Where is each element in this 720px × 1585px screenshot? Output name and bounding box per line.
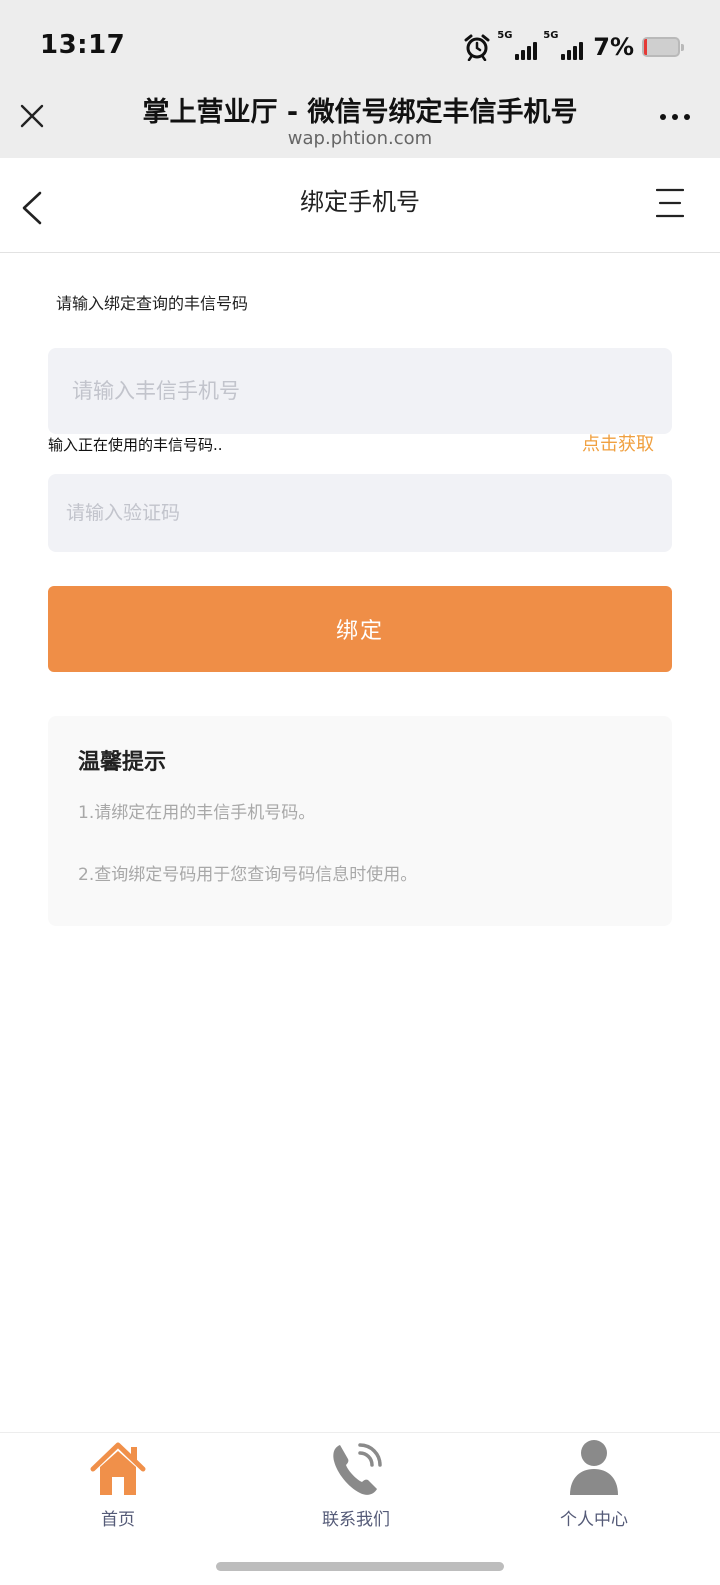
signal-strength-1: 5G [497,30,538,60]
get-code-link[interactable]: 点击获取 [582,430,654,456]
verification-code-input[interactable] [48,474,672,552]
page-title: 绑定手机号 [300,188,420,216]
tips-line-2: 2.查询绑定号码用于您查询号码信息时使用。 [78,865,418,885]
tips-card: 温馨提示 1.请绑定在用的丰信手机号码。 2.查询绑定号码用于您查询号码信息时使… [48,716,672,926]
home-indicator[interactable] [216,1562,504,1571]
more-options-button[interactable] [660,114,690,120]
battery-percent: 7% [593,33,634,61]
user-icon [570,1440,618,1495]
alarm-icon [464,34,490,61]
battery-icon [642,37,684,57]
status-time: 13:17 [40,30,126,60]
tips-title: 温馨提示 [78,750,167,775]
battery-level-fill [644,39,648,55]
dot-icon [684,114,690,120]
tips-line-1: 1.请绑定在用的丰信手机号码。 [78,803,316,823]
tab-contact[interactable]: 联系我们 [256,1433,456,1543]
home-icon [90,1442,146,1495]
tab-home[interactable]: 首页 [18,1433,218,1543]
dot-icon [672,114,678,120]
phone-sub-hint: 输入正在使用的丰信号码.. [48,436,223,454]
network-type-2: 5G [543,30,559,41]
signal-bars-icon [561,40,584,60]
menu-button[interactable] [655,188,685,218]
browser-title: 掌上营业厅 - 微信号绑定丰信手机号 [142,97,578,128]
tab-home-label: 首页 [101,1510,135,1530]
tab-contact-label: 联系我们 [322,1510,390,1530]
tab-user-label: 个人中心 [560,1510,628,1530]
page-nav: 绑定手机号 [0,158,720,253]
browser-header: 掌上营业厅 - 微信号绑定丰信手机号 wap.phtion.com [0,82,720,158]
signal-strength-2: 5G [543,30,584,60]
browser-url: wap.phtion.com [287,128,433,149]
close-button[interactable] [16,100,48,132]
phone-number-input[interactable] [48,348,672,434]
menu-icon [655,188,685,218]
close-icon [20,104,44,128]
dot-icon [660,114,666,120]
status-icons: 5G 5G 7% [463,30,684,64]
form-hint: 请输入绑定查询的丰信号码 [56,294,249,313]
bind-button[interactable]: 绑定 [48,586,672,672]
phone-icon [333,1443,382,1495]
network-type-1: 5G [497,30,513,41]
tab-user[interactable]: 个人中心 [494,1433,694,1543]
status-bar: 13:17 5G 5G 7% [0,0,720,82]
signal-bars-icon [515,40,538,60]
